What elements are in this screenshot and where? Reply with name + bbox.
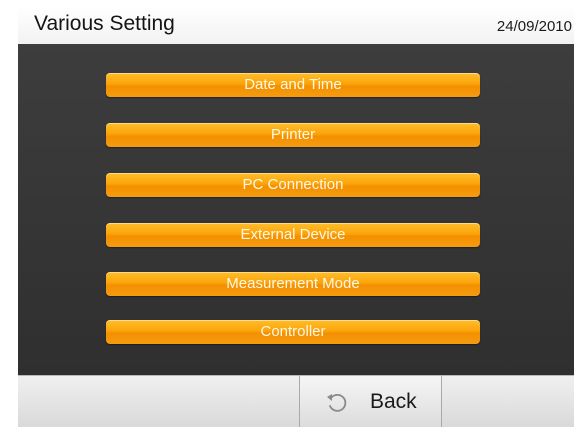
footer-empty-left	[18, 376, 300, 427]
settings-menu-panel: Date and Time Printer PC Connection Exte…	[18, 44, 574, 375]
date-display: 24/09/2010	[496, 18, 572, 35]
page-title: Various Setting	[34, 12, 175, 35]
measurement-mode-button[interactable]: Measurement Mode	[106, 272, 480, 296]
external-device-button[interactable]: External Device	[106, 223, 480, 247]
controller-button[interactable]: Controller	[106, 320, 480, 344]
pc-connection-button[interactable]: PC Connection	[106, 173, 480, 197]
printer-button[interactable]: Printer	[106, 123, 480, 147]
date-and-time-button[interactable]: Date and Time	[106, 73, 480, 97]
footer-bar: Back	[18, 375, 574, 427]
back-arrow-icon	[327, 393, 347, 412]
back-button[interactable]: Back	[300, 376, 442, 427]
header-bar: Various Setting 24/09/2010	[18, 6, 574, 44]
back-label: Back	[370, 390, 417, 413]
footer-empty-right	[442, 376, 574, 427]
